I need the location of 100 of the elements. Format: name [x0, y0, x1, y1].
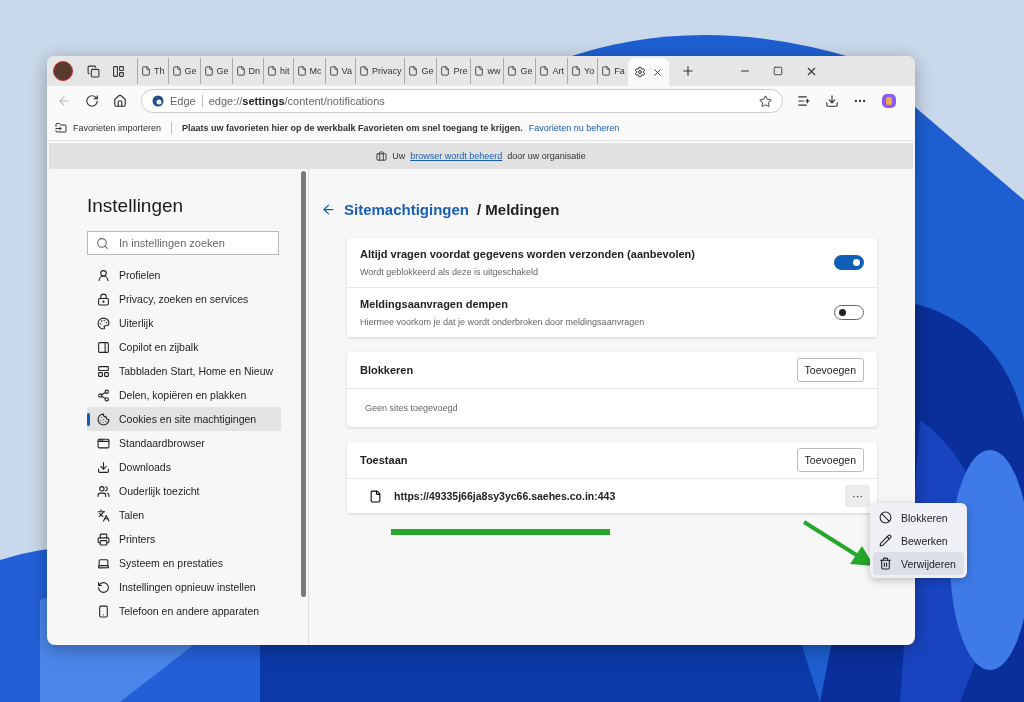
sidebar-item[interactable]: Systeem en prestaties — [87, 551, 281, 575]
languages-icon — [97, 508, 110, 522]
browser-tab[interactable]: Pre — [436, 58, 471, 84]
tab-title: Art — [552, 66, 564, 76]
search-field[interactable]: In instellingen zoeken — [87, 231, 279, 255]
user-icon — [97, 268, 110, 282]
toggle-switch[interactable] — [834, 305, 864, 320]
browser-tab[interactable]: Ge — [167, 58, 200, 84]
browser-tab[interactable]: Dn — [231, 58, 264, 84]
browser-tab[interactable]: ww — [470, 58, 504, 84]
sidebar-item[interactable]: Downloads — [87, 455, 281, 479]
download-icon — [97, 460, 110, 474]
banner-text: Uw — [392, 151, 406, 161]
tab-title: Privacy — [371, 66, 402, 76]
sidebar-item[interactable]: Standaardbrowser — [87, 431, 281, 455]
tab-title: Dn — [248, 66, 261, 76]
sidebar-item[interactable]: Tabbladen Start, Home en Nieuw — [87, 359, 281, 383]
sidebar-title: Instellingen — [87, 195, 185, 217]
block-icon — [879, 511, 892, 524]
page-icon — [235, 66, 246, 76]
avatar-icon[interactable] — [53, 61, 73, 81]
browser-tab[interactable]: Ge — [503, 58, 536, 84]
manage-favorites-link[interactable]: Favorieten nu beheren — [528, 123, 620, 133]
sidebar-item[interactable]: Instellingen opnieuw instellen — [87, 575, 281, 599]
page-icon — [358, 66, 369, 76]
page-icon — [171, 66, 182, 76]
page-icon — [507, 66, 518, 76]
tab-title: Ge — [216, 66, 229, 76]
edge-logo-icon — [152, 95, 164, 107]
managed-link[interactable]: browser wordt beheerd — [410, 151, 503, 161]
folder-icon — [55, 122, 67, 134]
tab-title: Th — [154, 66, 165, 76]
url-text: edge://settings/content/notifications — [208, 95, 386, 107]
cookie-icon — [97, 412, 110, 426]
setting-title: Meldingsaanvragen dempen — [360, 298, 509, 310]
panel-icon — [97, 340, 110, 354]
import-favorites[interactable]: Favorieten importeren — [73, 123, 162, 133]
menu-item[interactable]: Verwijderen — [873, 552, 964, 575]
tab-title: Ge — [184, 66, 197, 76]
tab-title: Yo — [584, 66, 595, 76]
trash-icon — [879, 557, 892, 570]
add-button[interactable]: Toevoegen — [796, 448, 864, 472]
breadcrumb-link[interactable]: Sitemachtigingen — [344, 201, 470, 218]
page-icon — [539, 66, 550, 76]
tab-actions-icon — [112, 64, 125, 78]
section-title: Toestaan — [360, 454, 409, 466]
briefcase-icon — [376, 150, 388, 162]
favorites-icon — [797, 94, 811, 108]
browser-tab[interactable]: Mc — [292, 58, 325, 84]
tab-title: Ge — [520, 66, 533, 76]
browser-tab[interactable]: hit — [263, 58, 293, 84]
page-icon — [601, 66, 612, 76]
browser-tab[interactable]: Th — [137, 58, 168, 84]
page-icon — [571, 66, 581, 76]
empty-message: Geen sites toegevoegd — [364, 402, 459, 415]
window-icon — [97, 436, 110, 450]
address-bar[interactable]: Edge edge://settings/content/notifications — [141, 89, 783, 113]
tab-title: Mc — [309, 66, 322, 76]
printer-icon — [97, 532, 110, 546]
people-icon — [97, 484, 110, 498]
browser-tab[interactable] — [627, 58, 669, 86]
browser-tab[interactable]: Ge — [199, 58, 232, 84]
page-icon — [141, 66, 151, 76]
sidebar-item[interactable]: Cookies en site machtigingen — [87, 407, 281, 431]
browser-tab[interactable]: Art — [535, 58, 567, 84]
page-icon — [267, 66, 278, 76]
phone-icon — [97, 604, 110, 618]
refresh-icon — [85, 94, 99, 108]
file-icon — [369, 489, 382, 503]
sidebar-item[interactable]: Telefoon en andere apparaten — [87, 599, 281, 623]
sidebar-item[interactable]: Profielen — [87, 263, 281, 287]
browser-tab[interactable]: Fa — [597, 58, 628, 84]
more-button[interactable]: ··· — [845, 485, 870, 507]
browser-tab[interactable]: Va — [324, 58, 355, 84]
star-icon — [759, 94, 772, 108]
browser-tab[interactable]: Yo — [567, 58, 598, 84]
toggle-switch[interactable] — [834, 255, 864, 270]
sidebar-item[interactable]: Ouderlijk toezicht — [87, 479, 281, 503]
menu-item[interactable]: Bewerken — [873, 529, 964, 552]
sidebar-item[interactable]: Delen, kopiëren en plakken — [87, 383, 281, 407]
home-icon — [113, 94, 127, 108]
search-icon — [96, 236, 109, 250]
scrollbar[interactable] — [301, 171, 306, 597]
gear-icon — [633, 66, 646, 78]
pencil-icon — [879, 534, 892, 547]
sidebar-item[interactable]: Printers — [87, 527, 281, 551]
menu-item[interactable]: Blokkeren — [873, 506, 964, 529]
sidebar-item[interactable]: Talen — [87, 503, 281, 527]
browser-tab[interactable]: Privacy — [354, 58, 405, 84]
palette-icon — [97, 316, 110, 330]
sidebar-item[interactable]: Uiterlijk — [87, 311, 281, 335]
sidebar-item[interactable]: Copilot en zijbalk — [87, 335, 281, 359]
tab-title: ww — [487, 66, 501, 76]
add-button[interactable]: Toevoegen — [796, 358, 864, 382]
sidebar-item[interactable]: Privacy, zoeken en services — [87, 287, 281, 311]
tab-title: hit — [280, 66, 290, 76]
browser-tab[interactable]: Ge — [404, 58, 437, 84]
tab-title: Ge — [421, 66, 434, 76]
copilot-icon[interactable] — [881, 93, 897, 109]
setting-description: Hiermee voorkom je dat je wordt onderbroken door meldingsaanvragen — [360, 317, 646, 327]
